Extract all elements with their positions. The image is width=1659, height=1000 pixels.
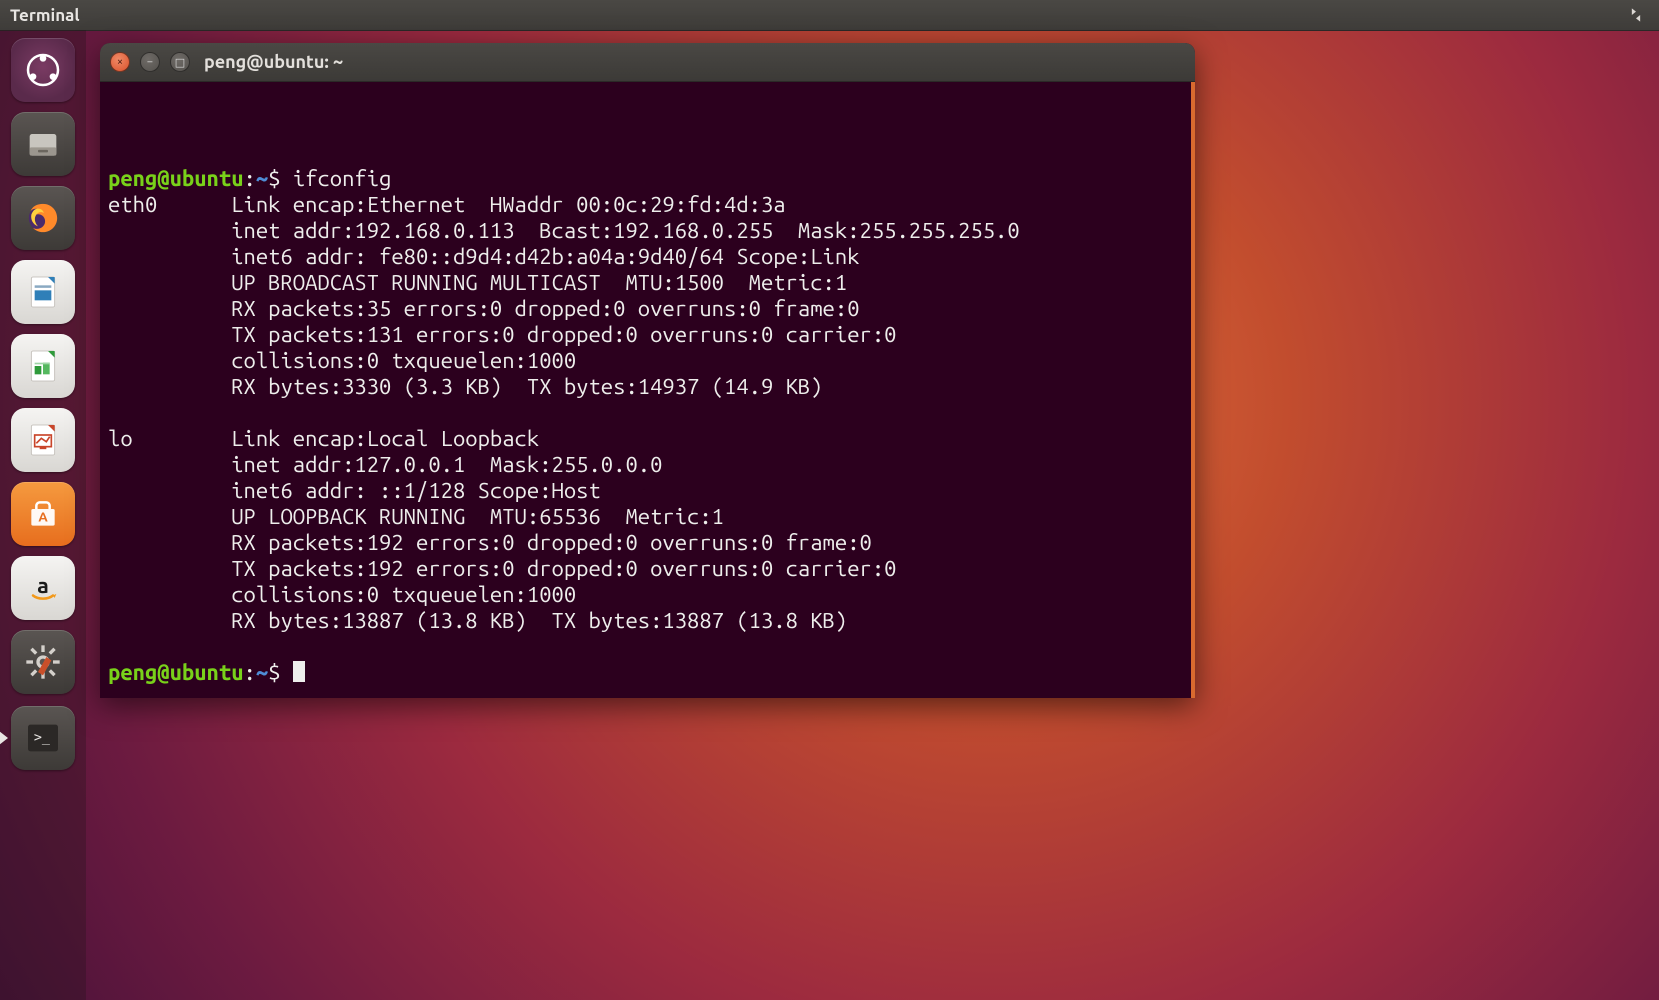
prompt-user: peng@ubuntu xyxy=(108,660,244,685)
output-line: collisions:0 txqueuelen:1000 xyxy=(108,582,1187,608)
output-line: RX bytes:13887 (13.8 KB) TX bytes:13887 … xyxy=(108,608,1187,634)
calc-icon[interactable] xyxy=(11,334,75,398)
prompt-line: peng@ubuntu:~$ xyxy=(108,660,1187,686)
settings-icon[interactable] xyxy=(11,630,75,694)
terminal-icon[interactable]: >_ xyxy=(11,706,75,770)
prompt-dollar: $ xyxy=(268,660,293,685)
scrollbar[interactable] xyxy=(1191,82,1195,698)
output-line: RX packets:35 errors:0 dropped:0 overrun… xyxy=(108,296,1187,322)
cursor xyxy=(293,661,305,682)
output-line: inet6 addr: ::1/128 Scope:Host xyxy=(108,478,1187,504)
command-text: ifconfig xyxy=(293,166,392,191)
output-line xyxy=(108,634,1187,660)
maximize-button[interactable]: □ xyxy=(170,52,190,72)
output-line: inet addr:127.0.0.1 Mask:255.0.0.0 xyxy=(108,452,1187,478)
output-line: TX packets:131 errors:0 dropped:0 overru… xyxy=(108,322,1187,348)
output-line: collisions:0 txqueuelen:1000 xyxy=(108,348,1187,374)
prompt-dollar: $ xyxy=(268,166,293,191)
close-button[interactable]: × xyxy=(110,52,130,72)
output-line: RX packets:192 errors:0 dropped:0 overru… xyxy=(108,530,1187,556)
window-title: peng@ubuntu: ~ xyxy=(204,52,343,72)
window-titlebar[interactable]: × − □ peng@ubuntu: ~ xyxy=(100,43,1195,82)
prompt-user: peng@ubuntu xyxy=(108,166,244,191)
window-controls: × − □ xyxy=(110,52,190,72)
amazon-icon[interactable]: a xyxy=(11,556,75,620)
network-indicator-icon[interactable] xyxy=(1623,4,1649,26)
files-icon[interactable] xyxy=(11,112,75,176)
prompt-line: peng@ubuntu:~$ ifconfig xyxy=(108,166,1187,192)
impress-icon[interactable] xyxy=(11,408,75,472)
output-line: UP BROADCAST RUNNING MULTICAST MTU:1500 … xyxy=(108,270,1187,296)
software-icon[interactable]: A xyxy=(11,482,75,546)
output-line: RX bytes:3330 (3.3 KB) TX bytes:14937 (1… xyxy=(108,374,1187,400)
prompt-path: ~ xyxy=(256,660,268,685)
svg-text:A: A xyxy=(38,510,48,525)
dash-icon[interactable] xyxy=(11,38,75,102)
prompt-path: ~ xyxy=(256,166,268,191)
svg-text:>_: >_ xyxy=(34,730,51,745)
svg-text:a: a xyxy=(37,574,49,598)
prompt-sep: : xyxy=(244,660,256,685)
terminal-window: × − □ peng@ubuntu: ~ peng@ubuntu:~$ ifco… xyxy=(100,43,1195,698)
output-line xyxy=(108,400,1187,426)
launcher: A a >_ xyxy=(0,30,86,1000)
output-line: inet6 addr: fe80::d9d4:d42b:a04a:9d40/64… xyxy=(108,244,1187,270)
minimize-button[interactable]: − xyxy=(140,52,160,72)
output-line: lo Link encap:Local Loopback xyxy=(108,426,1187,452)
output-line: inet addr:192.168.0.113 Bcast:192.168.0.… xyxy=(108,218,1187,244)
firefox-icon[interactable] xyxy=(11,186,75,250)
app-menu-title[interactable]: Terminal xyxy=(10,6,80,25)
output-line: TX packets:192 errors:0 dropped:0 overru… xyxy=(108,556,1187,582)
output-line: UP LOOPBACK RUNNING MTU:65536 Metric:1 xyxy=(108,504,1187,530)
output-line: eth0 Link encap:Ethernet HWaddr 00:0c:29… xyxy=(108,192,1187,218)
prompt-sep: : xyxy=(244,166,256,191)
writer-icon[interactable] xyxy=(11,260,75,324)
terminal-body[interactable]: peng@ubuntu:~$ ifconfigeth0 Link encap:E… xyxy=(100,82,1195,698)
top-menubar: Terminal xyxy=(0,0,1659,31)
